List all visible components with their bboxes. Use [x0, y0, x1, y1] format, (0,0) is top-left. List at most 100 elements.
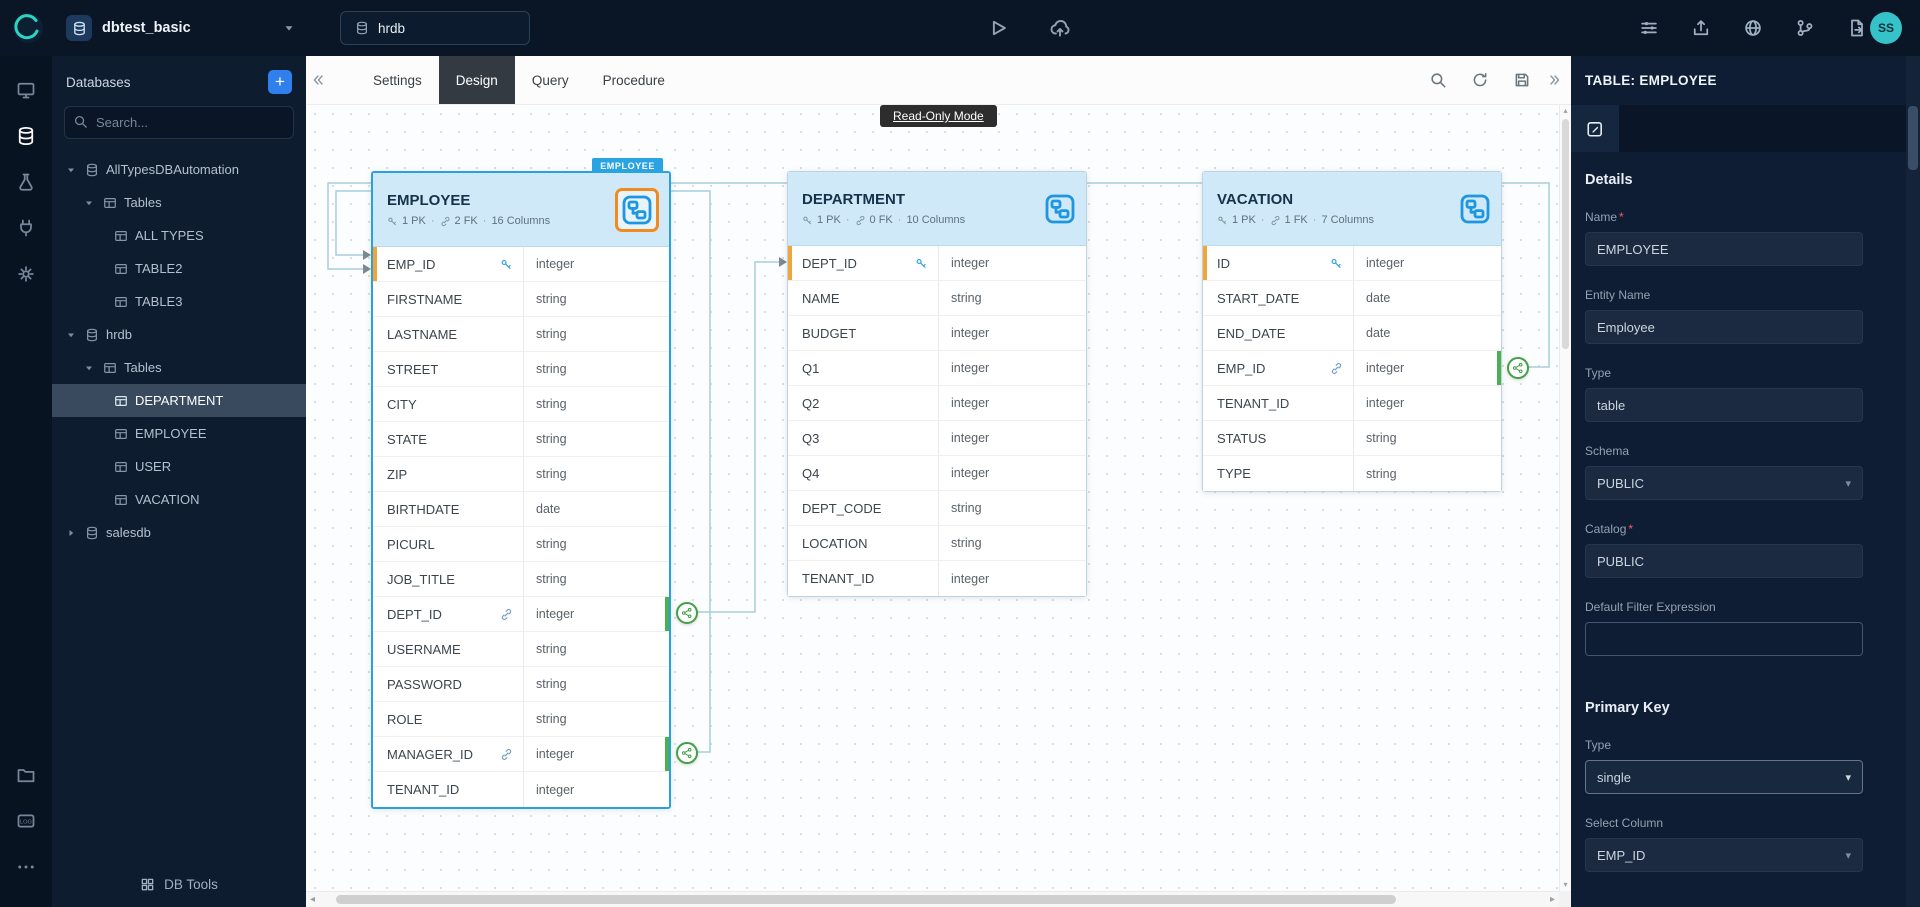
tree-item-tables[interactable]: Tables — [52, 186, 306, 219]
tree-item-alltypesdbautomation[interactable]: AllTypesDBAutomation — [52, 153, 306, 186]
column-row-lastname[interactable]: LASTNAMEstring — [373, 317, 669, 352]
rail-logs-icon[interactable]: LOG — [8, 803, 44, 839]
search-input[interactable] — [64, 106, 294, 139]
column-row-picurl[interactable]: PICURLstring — [373, 527, 669, 562]
relationship-connector-icon[interactable] — [1507, 357, 1529, 379]
tab-query[interactable]: Query — [515, 56, 586, 104]
column-row-password[interactable]: PASSWORDstring — [373, 667, 669, 702]
database-tab[interactable]: hrdb — [340, 11, 530, 45]
name-input[interactable]: EMPLOYEE — [1585, 232, 1863, 266]
schema-select[interactable]: PUBLIC▾ — [1585, 466, 1863, 500]
tab-settings[interactable]: Settings — [356, 56, 439, 104]
type-input[interactable]: table — [1585, 388, 1863, 422]
entity-employee[interactable]: EMPLOYEE EMPLOYEE 1 PK · 2 FK ·16 Column… — [371, 171, 671, 809]
connection-selector[interactable]: dbtest_basic — [56, 9, 306, 47]
search-icon[interactable] — [1429, 71, 1447, 89]
tree-item-user[interactable]: USER — [52, 450, 306, 483]
scroll-up-icon[interactable]: ▴ — [1560, 106, 1571, 116]
column-row-q2[interactable]: Q2integer — [788, 386, 1086, 421]
avatar[interactable]: SS — [1870, 12, 1902, 44]
type-select[interactable]: single▾ — [1585, 760, 1863, 794]
rail-databases-icon[interactable] — [8, 118, 44, 154]
column-row-status[interactable]: STATUSstring — [1203, 421, 1501, 456]
column-row-dept-code[interactable]: DEPT_CODEstring — [788, 491, 1086, 526]
column-row-job-title[interactable]: JOB_TITLEstring — [373, 562, 669, 597]
entity-type-icon[interactable] — [1044, 193, 1076, 225]
select-column-select[interactable]: EMP_ID▾ — [1585, 838, 1863, 872]
canvas-vertical-scrollbar[interactable]: ▴ ▾ — [1559, 105, 1571, 891]
column-row-type[interactable]: TYPEstring — [1203, 456, 1501, 491]
scroll-left-icon[interactable]: ◂ — [310, 893, 315, 907]
column-row-firstname[interactable]: FIRSTNAMEstring — [373, 282, 669, 317]
entity-department[interactable]: DEPARTMENT 1 PK · 0 FK ·10 Columns DEPT_… — [787, 171, 1087, 597]
caret-down-icon[interactable] — [82, 197, 96, 209]
tree-item-employee[interactable]: EMPLOYEE — [52, 417, 306, 450]
column-row-name[interactable]: NAMEstring — [788, 281, 1086, 316]
caret-down-icon[interactable] — [64, 164, 78, 176]
branch-button[interactable] — [1794, 17, 1816, 39]
column-row-tenant-id[interactable]: TENANT_IDinteger — [1203, 386, 1501, 421]
caret-down-icon[interactable] — [64, 329, 78, 341]
column-row-street[interactable]: STREETstring — [373, 352, 669, 387]
language-button[interactable] — [1742, 17, 1764, 39]
add-database-button[interactable]: + — [268, 70, 292, 94]
scrollbar-thumb[interactable] — [1562, 119, 1569, 349]
relationship-connector-icon[interactable] — [676, 742, 698, 764]
column-row-state[interactable]: STATEstring — [373, 422, 669, 457]
column-row-id[interactable]: IDinteger — [1203, 246, 1501, 281]
entity-vacation[interactable]: VACATION 1 PK · 1 FK ·7 Columns IDintege… — [1202, 171, 1502, 492]
column-row-city[interactable]: CITYstring — [373, 387, 669, 422]
tree-item-vacation[interactable]: VACATION — [52, 483, 306, 516]
tree-item-hrdb[interactable]: hrdb — [52, 318, 306, 351]
entity-header[interactable]: VACATION 1 PK · 1 FK ·7 Columns — [1203, 172, 1501, 246]
tree-item-table2[interactable]: TABLE2 — [52, 252, 306, 285]
rail-files-icon[interactable] — [8, 757, 44, 793]
display-options-button[interactable] — [1638, 17, 1660, 39]
column-row-end-date[interactable]: END_DATEdate — [1203, 316, 1501, 351]
entity-type-icon[interactable] — [615, 188, 659, 232]
entity-name-input[interactable]: Employee — [1585, 310, 1863, 344]
column-row-manager-id[interactable]: MANAGER_IDinteger — [373, 737, 669, 772]
column-row-q3[interactable]: Q3integer — [788, 421, 1086, 456]
cloud-upload-button[interactable] — [1047, 15, 1073, 41]
scroll-right-icon[interactable]: ▸ — [1550, 893, 1555, 907]
scrollbar-thumb[interactable] — [1908, 106, 1918, 170]
design-canvas[interactable]: EMPLOYEE EMPLOYEE 1 PK · 2 FK ·16 Column… — [306, 105, 1559, 891]
column-row-role[interactable]: ROLEstring — [373, 702, 669, 737]
rail-connections-icon[interactable] — [8, 210, 44, 246]
column-row-q1[interactable]: Q1integer — [788, 351, 1086, 386]
tab-edit-table[interactable] — [1571, 105, 1619, 152]
caret-down-icon[interactable] — [82, 362, 96, 374]
app-logo[interactable] — [10, 10, 46, 46]
caret-right-icon[interactable] — [64, 527, 78, 539]
rail-settings-icon[interactable] — [8, 256, 44, 292]
column-row-tenant-id[interactable]: TENANT_IDinteger — [373, 772, 669, 807]
column-row-emp-id[interactable]: EMP_IDinteger — [1203, 351, 1501, 386]
rail-dashboard-icon[interactable] — [8, 72, 44, 108]
collapse-panel-icon[interactable] — [310, 72, 326, 88]
canvas-horizontal-scrollbar[interactable]: ◂ ▸ — [306, 891, 1559, 907]
tree-item-all-types[interactable]: ALL TYPES — [52, 219, 306, 252]
tree-item-tables[interactable]: Tables — [52, 351, 306, 384]
tree-item-department[interactable]: DEPARTMENT — [52, 384, 306, 417]
tab-design[interactable]: Design — [439, 56, 515, 104]
column-row-q4[interactable]: Q4integer — [788, 456, 1086, 491]
column-row-username[interactable]: USERNAMEstring — [373, 632, 669, 667]
scroll-down-icon[interactable]: ▾ — [1560, 880, 1571, 890]
save-icon[interactable] — [1513, 71, 1531, 89]
run-button[interactable] — [985, 15, 1011, 41]
column-row-zip[interactable]: ZIPstring — [373, 457, 669, 492]
tree-item-salesdb[interactable]: salesdb — [52, 516, 306, 549]
tab-procedure[interactable]: Procedure — [586, 56, 682, 104]
window-scrollbar[interactable] — [1906, 56, 1920, 907]
scrollbar-thumb[interactable] — [336, 895, 1396, 904]
column-row-emp-id[interactable]: EMP_IDinteger — [373, 247, 669, 282]
column-row-tenant-id[interactable]: TENANT_IDinteger — [788, 561, 1086, 596]
entity-header[interactable]: DEPARTMENT 1 PK · 0 FK ·10 Columns — [788, 172, 1086, 246]
column-row-location[interactable]: LOCATIONstring — [788, 526, 1086, 561]
refresh-icon[interactable] — [1471, 71, 1489, 89]
relationship-connector-icon[interactable] — [676, 602, 698, 624]
column-row-budget[interactable]: BUDGETinteger — [788, 316, 1086, 351]
export-file-button[interactable] — [1846, 17, 1868, 39]
upload-button[interactable] — [1690, 17, 1712, 39]
